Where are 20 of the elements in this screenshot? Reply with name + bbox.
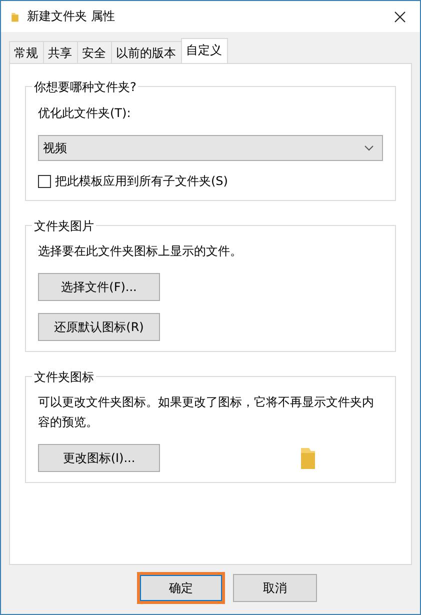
group-heading: 文件夹图片 — [32, 218, 96, 235]
close-icon[interactable] — [394, 10, 406, 22]
change-icon-button[interactable]: 更改图标(I)... — [38, 444, 160, 472]
checkbox-label: 把此模板应用到所有子文件夹(S) — [55, 173, 228, 190]
checkbox[interactable] — [38, 175, 51, 188]
group-heading: 你想要哪种文件夹? — [32, 79, 138, 96]
group-heading: 文件夹图标 — [32, 369, 96, 386]
tab[interactable]: 自定义 — [181, 38, 228, 63]
folder-type-dropdown[interactable]: 视频 — [38, 135, 383, 161]
window-title: 新建文件夹 属性 — [27, 8, 116, 25]
folder-icon — [300, 445, 316, 471]
chevron-down-icon — [364, 145, 374, 151]
description-text: 选择要在此文件夹图标上显示的文件。 — [38, 243, 242, 260]
dialog-button[interactable]: 确定 — [139, 574, 223, 602]
picture-button[interactable]: 选择文件(F)... — [38, 273, 160, 301]
field-label: 优化此文件夹(T): — [38, 105, 131, 122]
description-text: 可以更改文件夹图标。如果更改了图标，它将不再显示文件夹内容的预览。 — [38, 394, 375, 431]
dialog-button[interactable]: 取消 — [233, 574, 317, 602]
picture-button[interactable]: 还原默认图标(R) — [38, 313, 160, 341]
tab[interactable]: 常规 — [9, 41, 44, 63]
